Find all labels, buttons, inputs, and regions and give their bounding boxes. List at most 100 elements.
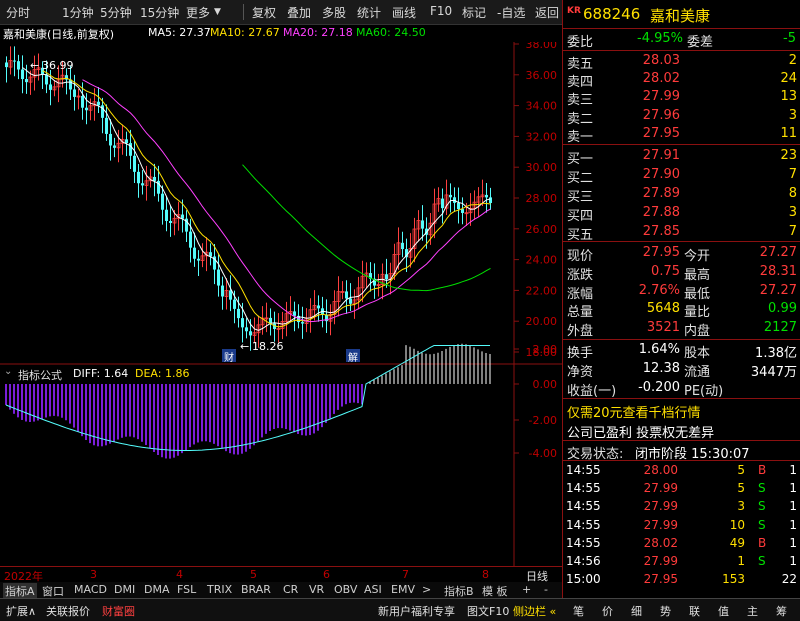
tab-5min[interactable]: 5分钟	[100, 4, 132, 21]
price-tick-label: 26.00	[526, 223, 558, 236]
tab-fsl[interactable]: FSL	[177, 583, 196, 596]
tick-side: B	[758, 463, 767, 477]
bid-price[interactable]: 27.90	[620, 167, 680, 182]
ask-price[interactable]: 27.96	[620, 108, 680, 123]
bid-label: 买三	[567, 190, 594, 205]
tab-trend[interactable]: 势	[660, 603, 671, 619]
tab-1min[interactable]: 1分钟	[62, 4, 94, 21]
month-label: 4	[176, 568, 183, 581]
high-price-annotation: 36.99	[42, 59, 74, 72]
tab-window[interactable]: 窗口	[42, 583, 64, 599]
bid-price[interactable]: 27.88	[620, 205, 680, 220]
tab-main[interactable]: 主	[747, 603, 758, 619]
expand-button[interactable]: 扩展∧	[6, 603, 36, 619]
collapse-icon[interactable]: ⌄	[4, 366, 12, 377]
tab-obv[interactable]: OBV	[334, 583, 357, 596]
candle-body	[141, 183, 144, 186]
tab-emv[interactable]: EMV	[391, 583, 415, 596]
tab-vr[interactable]: VR	[309, 583, 324, 596]
tab-asi[interactable]: ASI	[364, 583, 382, 596]
tab-linked[interactable]: 联	[689, 603, 700, 619]
candle-body	[221, 285, 224, 297]
tab-detail[interactable]: 细	[631, 603, 642, 619]
financial-report-marker[interactable]: 财	[222, 349, 236, 364]
overlay-button[interactable]: 叠加	[287, 4, 311, 21]
chart-header: 嘉和美康(日线,前复权) MA5: 27.37 MA10: 27.67 MA20…	[0, 24, 562, 42]
quote-value: 0.99	[768, 301, 797, 317]
bid-price[interactable]: 27.89	[620, 186, 680, 201]
tab-15min[interactable]: 15分钟	[140, 4, 179, 21]
tab-price[interactable]: 价	[602, 603, 613, 619]
kline-chart[interactable]: 38.0036.0034.0032.0030.0028.0026.0024.00…	[0, 42, 562, 582]
tab-brar[interactable]: BRAR	[241, 583, 271, 596]
tab-dma[interactable]: DMA	[144, 583, 170, 596]
sidebar-toggle-button[interactable]: 侧边栏 «	[513, 603, 556, 619]
stats-button[interactable]: 统计	[357, 4, 381, 21]
graphic-f10-button[interactable]: 图文F10	[467, 603, 509, 619]
stat-label: 收益(一)	[567, 384, 617, 399]
tab-more[interactable]: 更多	[186, 4, 210, 21]
bid-price[interactable]: 27.85	[620, 224, 680, 239]
tick-side: B	[758, 535, 767, 550]
candle-body	[73, 89, 76, 97]
draw-line-button[interactable]: 画线	[392, 4, 416, 21]
f10-button[interactable]: F10	[430, 4, 452, 18]
tab-indicator-b[interactable]: 指标B	[444, 583, 474, 599]
tab-template[interactable]: 模 板	[482, 583, 508, 599]
month-label: 5	[250, 568, 257, 581]
ask-price[interactable]: 28.02	[620, 71, 680, 86]
low-price-annotation: 18.26	[252, 340, 284, 353]
ask-price[interactable]: 27.99	[620, 89, 680, 104]
tab-scroll-right-icon[interactable]: >	[422, 583, 431, 596]
tab-chips[interactable]: 筹	[776, 603, 787, 619]
tick-time: 14:55	[566, 481, 601, 496]
candle-body	[13, 60, 16, 62]
bid-price[interactable]: 27.91	[620, 148, 680, 163]
candle-body	[301, 322, 304, 324]
multi-stock-button[interactable]: 多股	[322, 4, 346, 21]
ask-price[interactable]: 28.03	[620, 53, 680, 68]
quote-label: 现价	[567, 249, 594, 264]
candle-body	[345, 291, 348, 299]
tick-volume: 5	[737, 463, 745, 477]
promo-banner[interactable]: 仅需20元查看千档行情	[563, 401, 800, 421]
bottom-bar: 扩展∧ 关联报价 财富圈 新用户福利专享 图文F10 侧边栏 « 笔 价 细 势…	[0, 598, 800, 621]
ask-price[interactable]: 27.95	[620, 126, 680, 141]
back-button[interactable]: 返回	[535, 4, 559, 21]
tab-trades[interactable]: 笔	[573, 603, 584, 619]
ask-label: 卖五	[567, 57, 594, 72]
candle-body	[193, 247, 196, 259]
promo-text[interactable]: 仅需20元查看千档行情	[567, 402, 701, 421]
tab-indicator-a[interactable]: 指标A	[3, 583, 37, 599]
quote-label: 总量	[567, 305, 594, 321]
remove-window-button[interactable]: -	[544, 583, 548, 596]
more-chevron-icon[interactable]: ▼	[214, 7, 221, 17]
tab-intraday[interactable]: 分时	[6, 4, 30, 21]
candle-body	[5, 62, 8, 68]
tab-trix[interactable]: TRIX	[207, 583, 232, 596]
ma20-label: MA20: 27.18	[283, 26, 353, 39]
tick-count: 1	[789, 463, 797, 477]
related-quotes-button[interactable]: 关联报价	[46, 603, 90, 619]
quote-label: 外盘	[567, 324, 594, 340]
watchlist-button[interactable]: -自选	[497, 4, 525, 21]
tab-dmi[interactable]: DMI	[114, 583, 135, 596]
unlock-marker[interactable]: 解	[346, 349, 360, 364]
add-window-button[interactable]: +	[522, 583, 531, 596]
indicator-name[interactable]: 指标公式	[18, 367, 62, 383]
wealth-circle-button[interactable]: 财富圈	[102, 603, 135, 619]
candle-body	[489, 197, 492, 204]
tick-side: S	[758, 554, 766, 568]
bid-volume: 8	[788, 186, 797, 201]
candle-body	[461, 209, 464, 213]
tab-cr[interactable]: CR	[283, 583, 298, 596]
tab-macd[interactable]: MACD	[74, 583, 107, 596]
candle-body	[457, 202, 460, 210]
mark-button[interactable]: 标记	[462, 4, 486, 21]
ask-volume: 24	[780, 71, 797, 87]
tab-value[interactable]: 值	[718, 603, 729, 619]
candle-body	[249, 331, 252, 336]
stock-name[interactable]: 嘉和美康	[650, 5, 710, 26]
restore-right-button[interactable]: 复权	[252, 4, 276, 21]
new-user-benefit-link[interactable]: 新用户福利专享	[378, 603, 455, 619]
